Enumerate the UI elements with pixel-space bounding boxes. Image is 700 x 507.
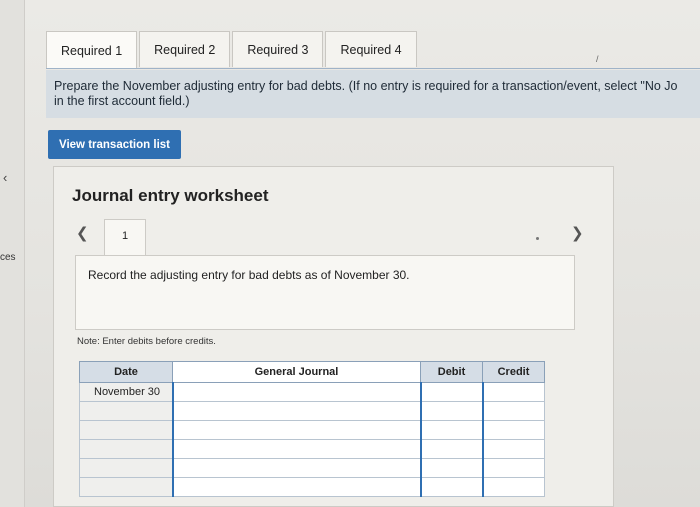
date-cell: November 30: [79, 382, 173, 402]
credit-input[interactable]: [481, 420, 545, 440]
date-cell: [79, 439, 173, 459]
account-select[interactable]: [171, 439, 421, 459]
journal-entry-worksheet: Journal entry worksheet ❮ 1 ❯ Record the…: [53, 166, 614, 507]
account-select[interactable]: [171, 382, 421, 402]
credit-input[interactable]: [481, 458, 545, 478]
date-cell: [79, 477, 173, 497]
debit-input[interactable]: [419, 458, 483, 478]
date-column-header: Date: [79, 361, 173, 383]
journal-table: Date General Journal Debit Credit Novemb…: [79, 361, 545, 497]
worksheet-page-tab[interactable]: 1: [104, 219, 146, 256]
journal-header-row: Date General Journal Debit Credit: [79, 361, 545, 383]
account-select[interactable]: [171, 401, 421, 421]
credit-input[interactable]: [481, 477, 545, 497]
date-cell: [79, 401, 173, 421]
required-tabs: Required 1 Required 2 Required 3 Require…: [46, 31, 419, 69]
credit-input[interactable]: [481, 382, 545, 402]
account-select[interactable]: [171, 477, 421, 497]
worksheet-title: Journal entry worksheet: [72, 186, 269, 205]
date-cell: [79, 458, 173, 478]
date-cell: [79, 420, 173, 440]
debit-input[interactable]: [419, 439, 483, 459]
record-instruction-box: Record the adjusting entry for bad debts…: [75, 255, 575, 330]
credit-column-header: Credit: [482, 361, 545, 383]
pen-mark: /: [596, 54, 599, 64]
sidebar-label[interactable]: ces: [0, 252, 16, 263]
debit-input[interactable]: [419, 382, 483, 402]
table-row: November 30: [79, 382, 545, 402]
account-select[interactable]: [171, 420, 421, 440]
general-journal-column-header: General Journal: [172, 361, 421, 383]
instruction-line-2: in the first account field.): [54, 94, 190, 108]
debit-input[interactable]: [419, 477, 483, 497]
credit-input[interactable]: [481, 401, 545, 421]
view-transaction-list-button[interactable]: View transaction list: [48, 130, 181, 159]
dot-marker: [536, 237, 539, 240]
sidebar-chevron-icon[interactable]: ‹: [3, 170, 7, 185]
page: ‹ ces Required 1 Required 2 Required 3 R…: [0, 0, 700, 507]
tabs-divider: [46, 68, 700, 69]
credit-input[interactable]: [481, 439, 545, 459]
chevron-right-icon[interactable]: ❯: [571, 224, 584, 242]
tab-required-2[interactable]: Required 2: [139, 31, 231, 67]
table-row: [79, 458, 545, 478]
instruction-banner: Prepare the November adjusting entry for…: [46, 70, 700, 118]
left-sidebar-edge: ‹ ces: [0, 0, 25, 507]
table-row: [79, 477, 545, 497]
instruction-line-1: Prepare the November adjusting entry for…: [54, 79, 678, 93]
tab-required-3[interactable]: Required 3: [232, 31, 324, 67]
record-instruction-text: Record the adjusting entry for bad debts…: [88, 268, 410, 282]
debit-column-header: Debit: [420, 361, 483, 383]
tab-required-1[interactable]: Required 1: [46, 31, 138, 69]
debit-input[interactable]: [419, 420, 483, 440]
table-row: [79, 439, 545, 459]
debit-input[interactable]: [419, 401, 483, 421]
debits-note: Note: Enter debits before credits.: [77, 336, 216, 347]
table-row: [79, 401, 545, 421]
chevron-left-icon[interactable]: ❮: [76, 224, 89, 242]
tab-required-4[interactable]: Required 4: [325, 31, 417, 67]
account-select[interactable]: [171, 458, 421, 478]
table-row: [79, 420, 545, 440]
